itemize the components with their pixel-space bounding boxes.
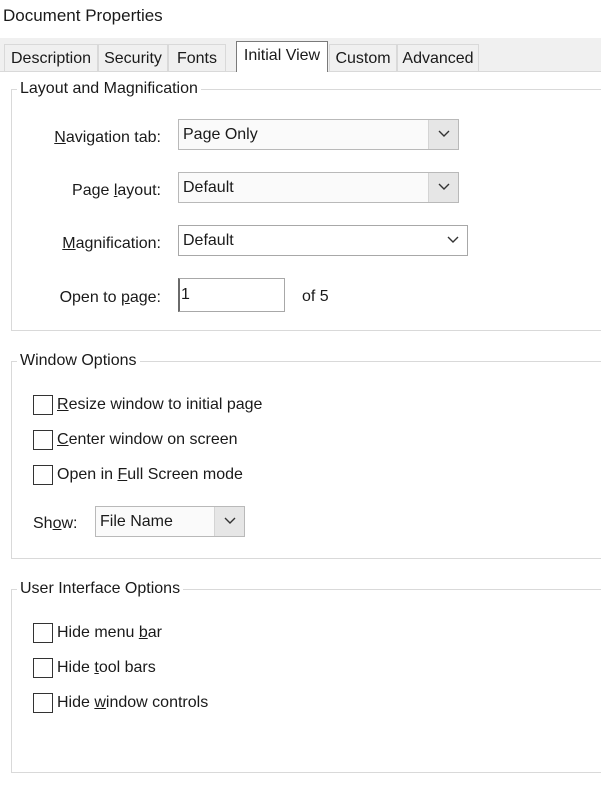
- tab-strip: Description Security Fonts Initial View …: [0, 38, 601, 72]
- layout-magnification-legend: Layout and Magnification: [17, 80, 201, 98]
- chevron-down-icon: [438, 130, 450, 137]
- resize-window-checkbox[interactable]: Resize window to initial page: [33, 395, 262, 415]
- page-layout-label: Page layout:: [72, 182, 161, 199]
- hide-tool-bars-checkbox[interactable]: Hide tool bars: [33, 658, 156, 678]
- navigation-tab-label: Navigation tab:: [54, 129, 161, 146]
- navigation-tab-select[interactable]: Page Only: [178, 119, 459, 150]
- window-options-legend: Window Options: [17, 352, 140, 370]
- navigation-tab-value: Page Only: [183, 126, 258, 143]
- checkbox-box[interactable]: [33, 658, 53, 678]
- tab-initial-view[interactable]: Initial View: [236, 41, 328, 72]
- page-layout-select[interactable]: Default: [178, 172, 459, 203]
- full-screen-checkbox[interactable]: Open in Full Screen mode: [33, 465, 243, 485]
- layout-magnification-group: Layout and Magnification Navigation tab:…: [11, 80, 601, 331]
- chevron-down-icon: [224, 517, 236, 524]
- user-interface-options-group: User Interface Options: [11, 580, 601, 773]
- tab-security[interactable]: Security: [98, 44, 168, 71]
- user-interface-options-legend: User Interface Options: [17, 580, 184, 598]
- chevron-down-icon: [438, 183, 450, 190]
- checkbox-box[interactable]: [33, 430, 53, 450]
- checkbox-box[interactable]: [33, 395, 53, 415]
- center-window-checkbox[interactable]: Center window on screen: [33, 430, 238, 450]
- page-layout-value: Default: [183, 179, 234, 196]
- tab-custom[interactable]: Custom: [329, 44, 397, 71]
- magnification-select[interactable]: Default: [178, 225, 468, 256]
- window-title: Document Properties: [3, 6, 163, 25]
- hide-menu-bar-checkbox[interactable]: Hide menu bar: [33, 623, 162, 643]
- page-count-text: of 5: [302, 288, 329, 305]
- open-to-page-input[interactable]: [178, 278, 285, 312]
- magnification-label: Magnification:: [62, 235, 161, 252]
- show-label: Show:: [33, 515, 78, 532]
- show-value: File Name: [100, 513, 173, 530]
- tab-advanced[interactable]: Advanced: [397, 44, 479, 71]
- show-select[interactable]: File Name: [95, 506, 245, 537]
- checkbox-box[interactable]: [33, 465, 53, 485]
- hide-window-controls-checkbox[interactable]: Hide window controls: [33, 693, 208, 713]
- checkbox-box[interactable]: [33, 623, 53, 643]
- open-to-page-label: Open to page:: [59, 289, 161, 306]
- tab-fonts[interactable]: Fonts: [168, 44, 226, 71]
- checkbox-box[interactable]: [33, 693, 53, 713]
- chevron-down-icon: [447, 236, 459, 243]
- magnification-value: Default: [183, 232, 234, 249]
- tab-description[interactable]: Description: [4, 44, 98, 71]
